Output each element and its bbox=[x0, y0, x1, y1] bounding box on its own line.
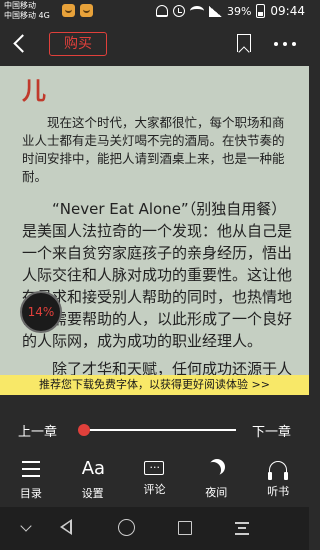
battery-icon bbox=[256, 4, 266, 18]
toolbar-label: 评论 bbox=[143, 483, 166, 496]
status-bar: 中国移动 中国移动 4G 39% 09:44 bbox=[0, 0, 309, 22]
carrier-name-2: 中国移动 4G bbox=[4, 11, 50, 20]
toolbar-label: 夜间 bbox=[205, 486, 228, 499]
wifi-icon bbox=[189, 6, 204, 16]
paragraph-3: 除了才华和天赋，任何成功还源于人 bbox=[52, 360, 293, 375]
chapter-slider-knob[interactable] bbox=[78, 424, 90, 436]
font-download-banner[interactable]: 推荐您下载免费字体，以获得更好阅读体验 >> bbox=[0, 375, 309, 395]
toolbar-label: 设置 bbox=[81, 487, 104, 500]
reader-top-bar: 购买 bbox=[0, 22, 309, 66]
notification-pull-icon[interactable] bbox=[235, 519, 249, 537]
carrier-name-1: 中国移动 bbox=[4, 1, 36, 10]
chapter-slider-track[interactable] bbox=[84, 429, 236, 431]
reading-page[interactable]: 儿 现在这个时代，大家都很忙，每个职场和商业人士都有走马关灯喝不完的酒局。在快节… bbox=[0, 66, 309, 375]
toolbar-label: 听书 bbox=[267, 485, 290, 498]
system-nav-bar bbox=[0, 507, 309, 550]
nav-back-icon[interactable] bbox=[60, 519, 72, 535]
notification-emoji-icon bbox=[62, 4, 75, 17]
comment-icon bbox=[144, 455, 165, 475]
more-options-icon[interactable] bbox=[272, 42, 298, 48]
battery-percent: 39% bbox=[226, 4, 252, 18]
nav-recent-apps-icon[interactable] bbox=[178, 521, 192, 535]
next-chapter-button[interactable]: 下一章 bbox=[252, 421, 291, 440]
toolbar-item-listen[interactable]: 听书 bbox=[247, 455, 309, 505]
font-icon: Aa bbox=[81, 458, 106, 479]
paragraph-1: 现在这个时代，大家都很忙，每个职场和商业人士都有走马关灯喝不完的酒局。在快节奏的… bbox=[22, 115, 285, 184]
chapter-heading-fragment: 儿 bbox=[22, 77, 46, 105]
bell-icon bbox=[155, 5, 168, 17]
buy-button[interactable]: 购买 bbox=[49, 32, 107, 56]
toolbar-item-comments[interactable]: 评论 bbox=[124, 455, 186, 505]
signal-icon bbox=[208, 5, 222, 17]
toolbar-item-night-mode[interactable]: 夜间 bbox=[185, 455, 247, 505]
paragraph-2: “Never Eat Alone”（别独自用餐）是美国人法拉奇的一个发现：他从自… bbox=[22, 200, 293, 350]
back-arrow-icon[interactable] bbox=[10, 32, 32, 56]
hide-nav-chevron-icon[interactable] bbox=[18, 519, 36, 537]
toolbar-item-contents[interactable]: 目录 bbox=[0, 455, 62, 505]
toolbar-item-settings[interactable]: Aa 设置 bbox=[62, 455, 124, 505]
bookmark-icon[interactable] bbox=[237, 34, 251, 52]
list-icon bbox=[20, 459, 42, 479]
toolbar-label: 目录 bbox=[19, 487, 42, 500]
alarm-icon bbox=[172, 5, 185, 17]
nav-home-icon[interactable] bbox=[118, 519, 135, 536]
reader-toolbar: 目录 Aa 设置 评论 夜间 听书 bbox=[0, 455, 309, 505]
reading-progress-badge[interactable]: 14% bbox=[20, 291, 62, 333]
headphone-icon bbox=[268, 461, 289, 480]
clock-time: 09:44 bbox=[270, 4, 305, 18]
moon-icon bbox=[205, 462, 221, 478]
reader-control-panel: 上一章 下一章 目录 Aa 设置 评论 夜间 听书 bbox=[0, 395, 309, 507]
status-icons: 39% 09:44 bbox=[155, 3, 305, 19]
notification-emoji-icon bbox=[80, 4, 93, 17]
prev-chapter-button[interactable]: 上一章 bbox=[18, 421, 57, 440]
